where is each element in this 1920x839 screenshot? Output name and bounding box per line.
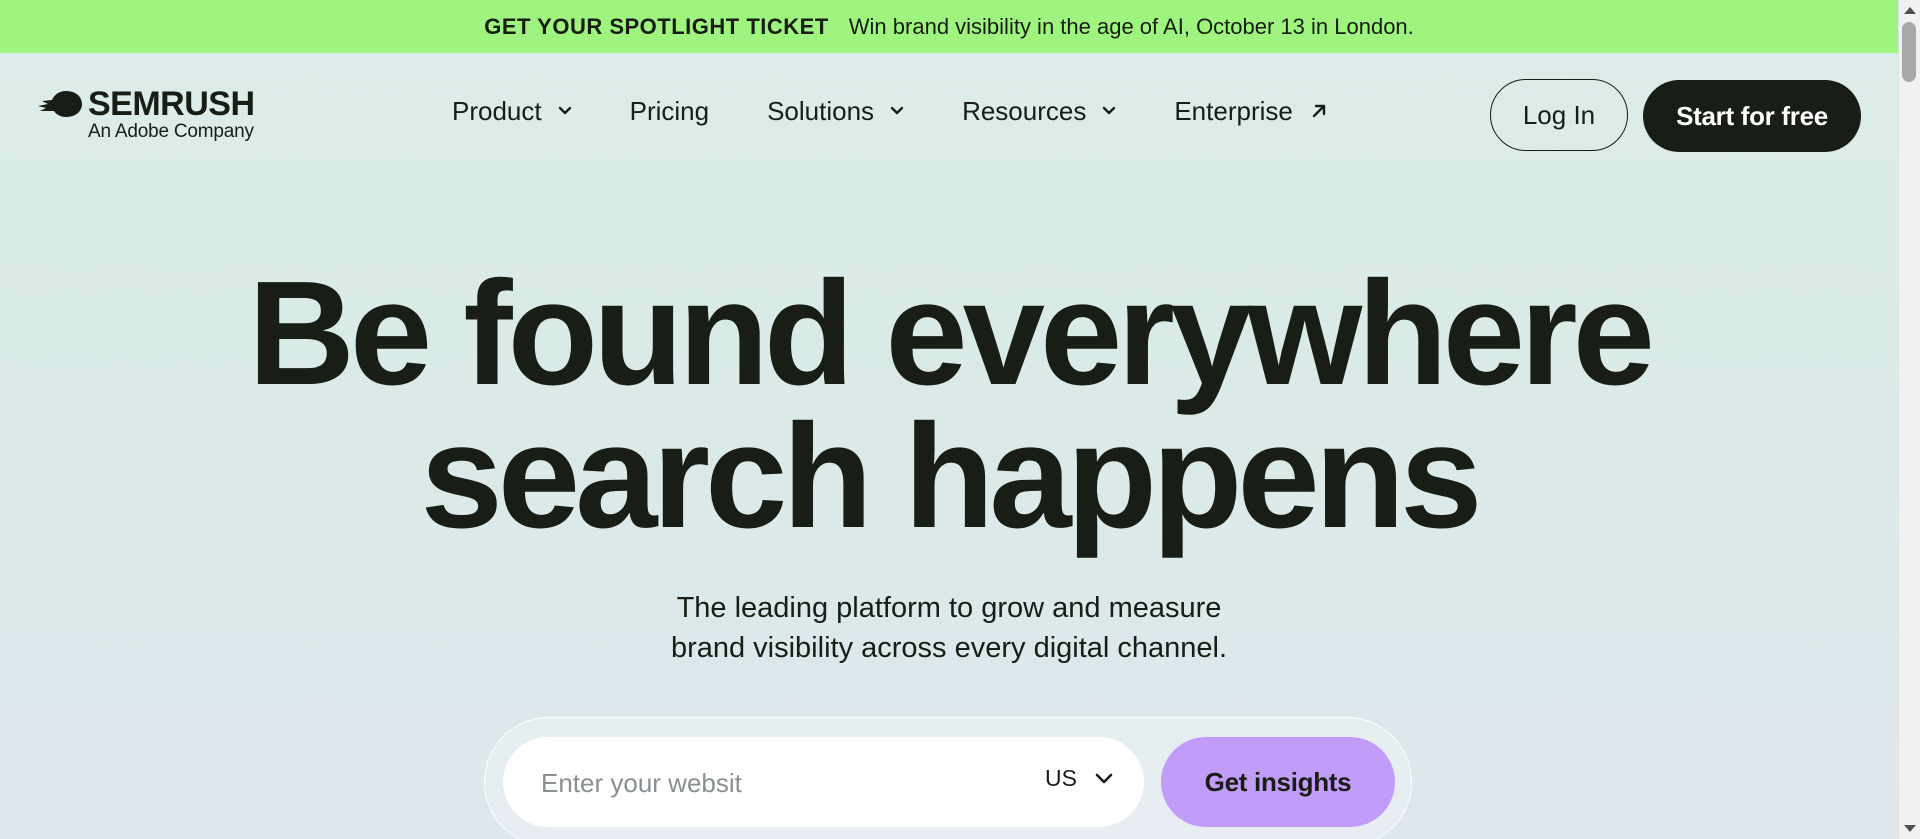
nav-item-product[interactable]: Product [452, 96, 572, 127]
hero-subtitle: The leading platform to grow and measure… [0, 588, 1898, 668]
logo-subtitle: An Adobe Company [88, 121, 254, 142]
nav-item-label: Enterprise [1174, 95, 1293, 126]
nav-item-label: Pricing [629, 95, 710, 126]
nav-item-pricing[interactable]: Pricing [630, 96, 709, 127]
hero-subtitle-line: brand visibility across every digital ch… [670, 632, 1228, 664]
chevron-down-icon [890, 106, 904, 115]
nav-item-enterprise[interactable]: Enterprise [1174, 96, 1327, 127]
chevron-down-icon [1095, 773, 1113, 783]
nav-item-solutions[interactable]: Solutions [767, 96, 904, 127]
chevron-down-icon [1103, 106, 1116, 115]
login-button[interactable]: Log In [1490, 79, 1628, 151]
site-header: SEMRUSH An Adobe Company Product Pricing… [0, 53, 1898, 177]
scroll-up-arrow-icon[interactable] [1904, 7, 1916, 14]
hero-title-line: search happens [420, 394, 1483, 559]
chevron-down-icon [558, 106, 571, 115]
nav-item-label: Resources [962, 95, 1087, 126]
external-arrow-icon [1312, 104, 1326, 118]
website-input[interactable] [539, 759, 983, 807]
semrush-flame-icon [38, 91, 82, 117]
nav-item-resources[interactable]: Resources [962, 96, 1116, 127]
hero-title-line: Be found everywhere [248, 251, 1655, 416]
country-select-value: US [1045, 765, 1077, 791]
nav-item-label: Solutions [767, 95, 875, 126]
nav-item-label: Product [452, 95, 542, 126]
hero-title: Be found everywhere search happens [0, 260, 1898, 551]
hero-subtitle-line: The leading platform to grow and measure [676, 592, 1222, 624]
scrollbar[interactable] [1898, 0, 1920, 839]
scroll-down-arrow-icon[interactable] [1904, 825, 1916, 832]
banner-headline: GET YOUR SPOTLIGHT TICKET [484, 13, 829, 39]
scrollbar-thumb[interactable] [1902, 22, 1916, 82]
logo[interactable]: SEMRUSH An Adobe Company [36, 87, 255, 143]
main-nav: Product Pricing Solutions Resources Ente… [452, 95, 1385, 127]
country-select[interactable]: US [1045, 765, 1113, 792]
get-insights-button[interactable]: Get insights [1161, 737, 1395, 827]
banner-text: Win brand visibility in the age of AI, O… [848, 13, 1414, 39]
search-field[interactable]: US [503, 737, 1144, 827]
logo-wordmark: SEMRUSH [88, 85, 255, 123]
promo-banner[interactable]: GET YOUR SPOTLIGHT TICKET Win brand visi… [0, 0, 1898, 53]
start-free-button[interactable]: Start for free [1643, 80, 1861, 152]
